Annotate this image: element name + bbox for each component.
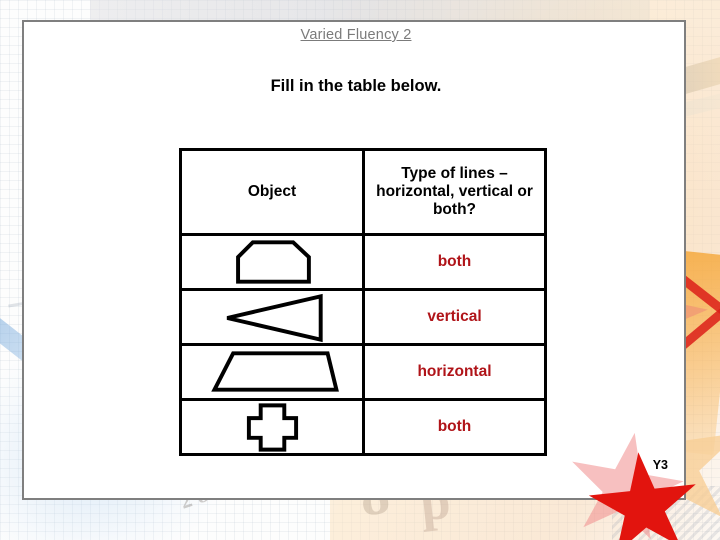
column-header-type: Type of lines – horizontal, vertical or …	[362, 148, 547, 236]
shape-cell-hexagon	[179, 233, 365, 291]
cross-shape-icon	[246, 403, 299, 452]
table-row: vertical	[179, 288, 547, 346]
trapezoid-shape-icon	[211, 351, 339, 392]
lines-table: Object Type of lines – horizontal, verti…	[179, 148, 547, 456]
hexagon-house-shape-icon	[236, 240, 311, 284]
shape-cell-trapezoid	[179, 343, 365, 401]
top-band-streak	[90, 0, 650, 20]
worksheet-panel: Varied Fluency 2 Fill in the table below…	[22, 20, 686, 500]
year-group-label: Y3	[652, 458, 668, 472]
answer-cell: vertical	[362, 288, 547, 346]
shape-cell-triangle	[179, 288, 365, 346]
shape-cell-cross	[179, 398, 365, 456]
instruction-text: Fill in the table below.	[270, 77, 442, 95]
table-row: horizontal	[179, 343, 547, 401]
answer-cell: both	[362, 233, 547, 291]
page-title: Varied Fluency 2	[300, 27, 412, 43]
table-row: both	[179, 233, 547, 291]
table-row: both	[179, 398, 547, 456]
answer-cell: horizontal	[362, 343, 547, 401]
slide-canvas: % × 3/4 π 8 p 28 − ÷ Varied Fluency 2 Fi…	[0, 0, 720, 540]
left-pointing-triangle-shape-icon	[226, 293, 323, 343]
table-header-row: Object Type of lines – horizontal, verti…	[179, 148, 547, 236]
column-header-object: Object	[179, 148, 365, 236]
answer-cell: both	[362, 398, 547, 456]
